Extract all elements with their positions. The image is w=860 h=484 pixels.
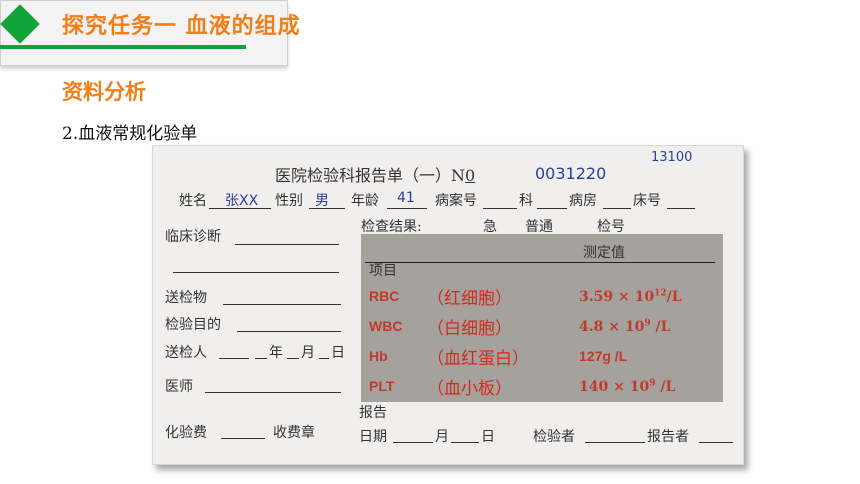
name-label: 姓名 — [179, 193, 207, 209]
diagnosis-label: 临床诊断 — [165, 229, 221, 245]
date-year: 年 — [269, 345, 283, 361]
row-name: （血红蛋白） — [427, 349, 529, 369]
dept-label: 科 — [519, 193, 533, 209]
age-label: 年龄 — [351, 193, 379, 209]
item-header: 项目 — [369, 263, 397, 279]
row-value-text: 140 × 10 — [579, 379, 650, 395]
lab-report-card: 13100 医院检验科报告单（一）N0 0031220 姓名 张XX 性别 男 … — [152, 145, 744, 465]
purpose-label: 检验目的 — [165, 317, 221, 333]
test-no-label: 检号 — [597, 219, 625, 235]
row-abbr: RBC — [369, 288, 400, 304]
report-day: 日 — [481, 429, 495, 445]
doctor-label: 医师 — [165, 379, 193, 395]
row-value: 3.59 × 1012/L — [579, 288, 682, 305]
name-value: 张XX — [225, 193, 259, 209]
row-name: （白细胞） — [427, 319, 512, 339]
row-unit: /L — [650, 319, 671, 335]
banner-underline — [0, 45, 246, 49]
fee-seal-label: 收费章 — [273, 425, 315, 441]
subtitle: 2.血液常规化验单 — [62, 124, 198, 144]
section-heading: 资料分析 — [62, 80, 146, 104]
row-name: （血小板） — [427, 379, 512, 399]
row-abbr: Hb — [369, 348, 388, 364]
row-name: （红细胞） — [427, 289, 512, 309]
result-panel: 测定值 项目 RBC （红细胞） 3.59 × 1012/L WBC （白细胞）… — [361, 234, 723, 402]
report-title-text: 医院检验科报告单（一）N — [275, 166, 466, 185]
reporter-label: 报告者 — [647, 429, 689, 445]
gender-label: 性别 — [275, 193, 303, 209]
fee-label: 化验费 — [165, 425, 207, 441]
date-day: 日 — [331, 345, 345, 361]
inspector-label: 检验者 — [533, 429, 575, 445]
ward-label: 病房 — [569, 193, 597, 209]
specimen-label: 送检物 — [165, 290, 207, 306]
report-number: 0031220 — [535, 164, 607, 183]
report-date-label: 日期 — [359, 429, 387, 445]
row-unit: /L — [666, 289, 682, 305]
age-value: 41 — [397, 190, 415, 206]
report-no-mark: 0 — [465, 166, 476, 185]
row-exp: 12 — [654, 288, 667, 299]
row-abbr: WBC — [369, 318, 403, 334]
result-label: 检查结果: — [361, 219, 422, 235]
sender-label: 送检人 — [165, 345, 207, 361]
row-abbr: PLT — [369, 378, 395, 394]
report-code: 13100 — [651, 150, 693, 165]
measured-header: 测定值 — [583, 245, 625, 261]
urgent-label: 急 — [483, 219, 497, 235]
bed-label: 床号 — [633, 193, 661, 209]
report-label: 报告 — [359, 405, 387, 421]
row-value: 127g /L — [579, 348, 628, 364]
row-value-text: 4.8 × 10 — [579, 319, 645, 335]
row-value: 140 × 109 /L — [579, 378, 675, 395]
normal-label: 普通 — [525, 219, 553, 235]
gender-value: 男 — [315, 193, 329, 209]
row-value: 4.8 × 109 /L — [579, 318, 670, 335]
row-value-text: 3.59 × 10 — [579, 289, 655, 305]
report-title: 医院检验科报告单（一）N0 — [275, 162, 475, 186]
row-unit: /L — [655, 379, 676, 395]
page-title: 探究任务一 血液的组成 — [62, 14, 301, 39]
date-month: 月 — [301, 345, 315, 361]
case-label: 病案号 — [435, 193, 477, 209]
report-month: 月 — [435, 429, 449, 445]
